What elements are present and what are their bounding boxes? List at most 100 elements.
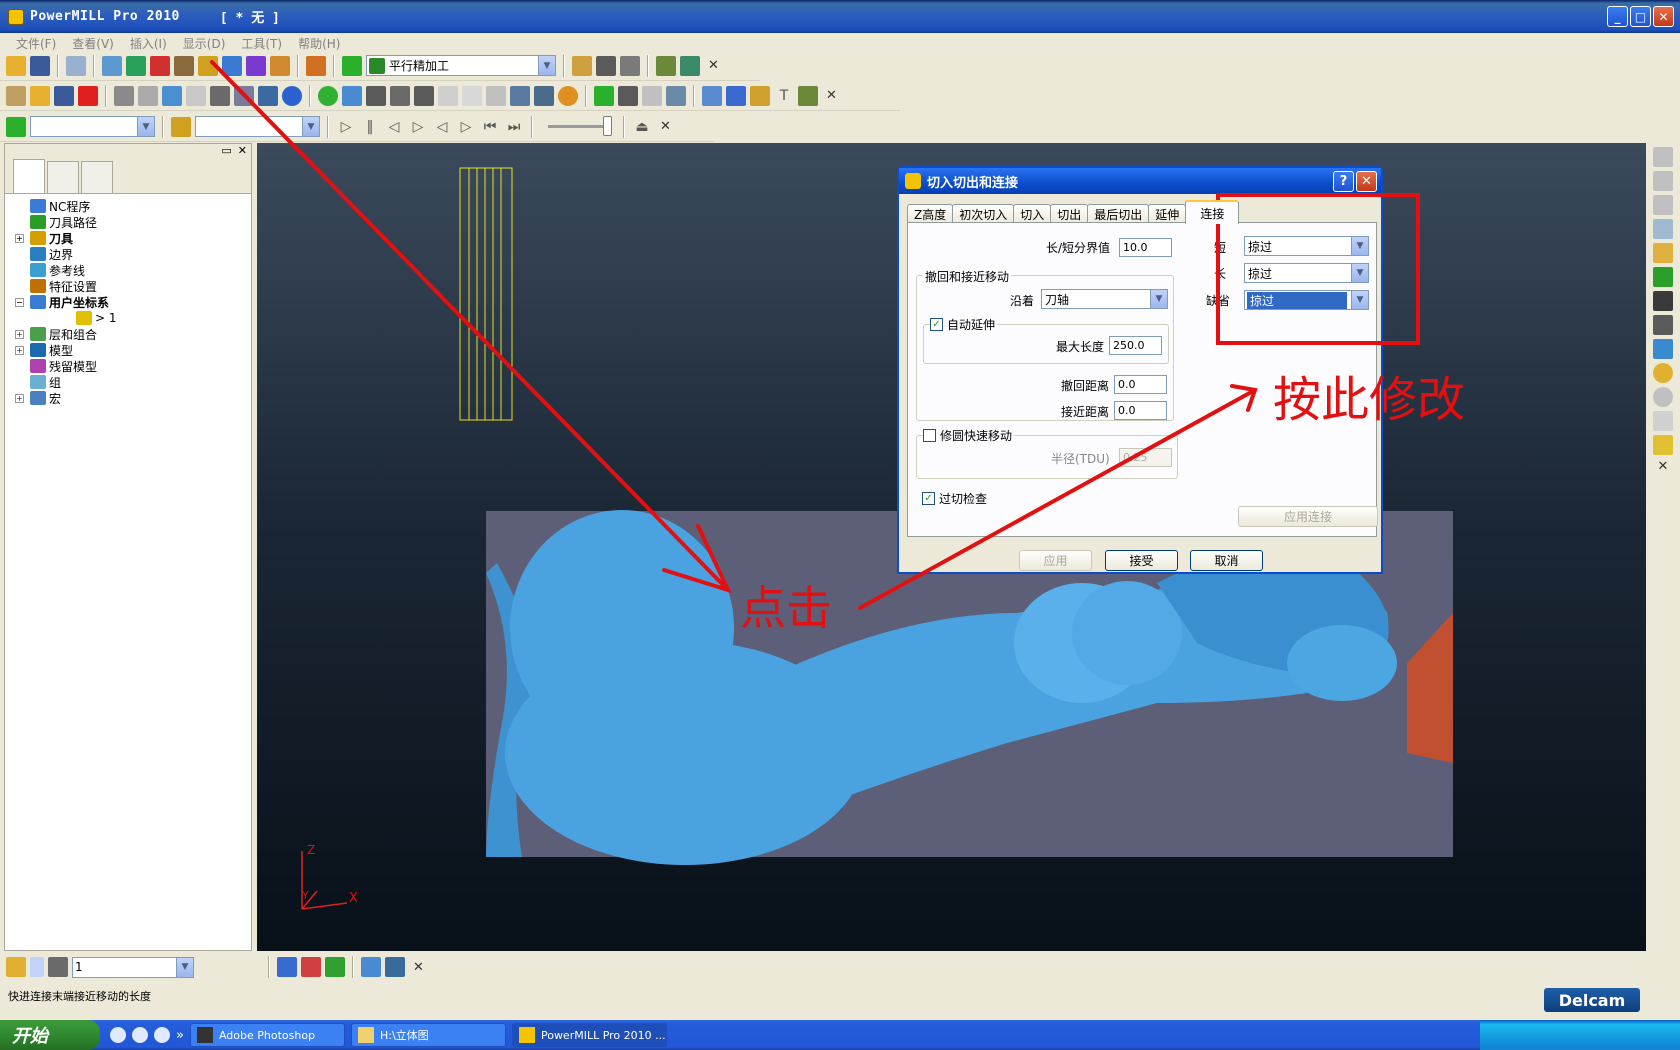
tree-item[interactable]: NC程序 (15, 198, 251, 214)
tab-lead-in[interactable]: 切入 (1013, 204, 1052, 224)
task-folder[interactable]: H:\立体图 (350, 1023, 506, 1047)
sphere-icon[interactable] (318, 85, 338, 106)
dimension-icon[interactable] (798, 85, 818, 106)
tree-item[interactable]: + 刀具 (15, 230, 251, 246)
view-side-icon[interactable] (1653, 195, 1673, 215)
play-icon[interactable]: ▷ (336, 119, 356, 135)
toolbar-close-icon[interactable]: ✕ (708, 58, 719, 73)
zoom-fit-icon[interactable] (1653, 291, 1673, 311)
radius-input[interactable]: 0.25 (1119, 448, 1172, 467)
toolbar-close-icon[interactable]: ✕ (413, 960, 424, 975)
goto-start-icon[interactable]: ⏮ (480, 119, 500, 135)
arc-rapid-checkbox[interactable]: 修圆快速移动 (923, 427, 1015, 444)
tree-item[interactable]: + 模型 (15, 342, 251, 358)
tree-expander-icon[interactable]: − (15, 297, 24, 307)
tree-expander-icon[interactable]: + (15, 345, 24, 355)
short-select[interactable]: 掠过 ▼ (1244, 236, 1369, 256)
toolpath-view-icon[interactable] (594, 85, 614, 106)
ie-icon[interactable] (110, 1027, 126, 1043)
calculator-icon[interactable] (596, 55, 616, 76)
toolpath-combo[interactable]: ▼ (30, 116, 155, 137)
pick-icon[interactable] (1653, 435, 1673, 455)
close-button[interactable]: ✕ (1653, 6, 1674, 27)
verify-icon[interactable] (656, 55, 676, 76)
tree-expander-icon[interactable]: + (15, 233, 24, 243)
wireframe-icon[interactable] (186, 85, 206, 106)
start-button[interactable]: 开始 (0, 1020, 100, 1050)
retract-distance-input[interactable]: 0.0 (1114, 375, 1167, 394)
tab-explorer-web[interactable] (47, 161, 79, 193)
select-icon[interactable] (1653, 411, 1673, 431)
link-icon[interactable] (462, 85, 482, 106)
refresh-icon[interactable] (1653, 267, 1673, 287)
nc-program-icon[interactable] (572, 55, 592, 76)
menu-file[interactable]: 文件(F) (8, 35, 64, 52)
chevron-down-icon[interactable]: ▼ (1351, 264, 1368, 282)
leads-links-icon[interactable] (198, 55, 218, 76)
transform-icon[interactable] (385, 957, 405, 977)
pattern-icon[interactable] (534, 85, 554, 106)
shaded-view-icon[interactable] (1653, 339, 1673, 359)
open-icon[interactable] (6, 55, 26, 76)
rapid-move-icon[interactable] (126, 55, 146, 76)
tree-item[interactable]: 参考线 (15, 262, 251, 278)
sidebar-close-icon[interactable]: ✕ (1658, 459, 1669, 474)
tab-z-height[interactable]: Z高度 (907, 204, 954, 224)
max-length-input[interactable]: 250.0 (1109, 336, 1162, 355)
tree-item[interactable]: 残留模型 (15, 358, 251, 374)
delete-icon[interactable] (78, 85, 98, 106)
collision-icon[interactable] (680, 55, 700, 76)
view-front-icon[interactable] (1653, 171, 1673, 191)
create-workplane-icon[interactable] (277, 957, 297, 977)
edit-workplane-icon[interactable] (325, 957, 345, 977)
table-icon[interactable] (486, 85, 506, 106)
workplane-combo[interactable]: 1 ▼ (72, 956, 194, 978)
feedrate-icon[interactable] (150, 55, 170, 76)
task-photoshop[interactable]: Adobe Photoshop (189, 1023, 345, 1047)
globe-icon[interactable] (1653, 387, 1673, 407)
timer-icon[interactable] (558, 85, 578, 106)
menu-tools[interactable]: 工具(T) (233, 35, 290, 52)
goto-end-icon[interactable]: ⏭ (504, 119, 524, 135)
workplane-icon[interactable] (6, 957, 26, 977)
pause-icon[interactable]: ‖ (360, 119, 380, 135)
tab-explorer-tree[interactable] (13, 159, 45, 193)
step-forward-icon[interactable]: ▷ (408, 119, 428, 135)
save-project-icon[interactable] (54, 85, 74, 106)
chevron-down-icon[interactable]: ▼ (302, 117, 319, 136)
block-icon[interactable] (102, 55, 122, 76)
shade-icon[interactable] (438, 85, 458, 106)
calculate-icon[interactable] (306, 55, 326, 76)
auto-extend-check[interactable]: ✓ (930, 318, 943, 331)
grid-toggle-icon[interactable] (48, 957, 68, 977)
gouge-check-checkbox[interactable]: ✓ 过切检查 (922, 490, 990, 507)
import-model-icon[interactable] (6, 85, 26, 106)
tree-item[interactable]: > 1 (15, 310, 251, 326)
chevron-down-icon[interactable]: ▼ (176, 957, 193, 977)
approach-distance-input[interactable]: 0.0 (1114, 401, 1167, 420)
tree-item[interactable]: 组 (15, 374, 251, 390)
tree-item[interactable]: + 层和组合 (15, 326, 251, 342)
chevron-down-icon[interactable]: ▼ (1150, 290, 1167, 308)
open-project-icon[interactable] (30, 85, 50, 106)
menu-view[interactable]: 查看(V) (64, 35, 122, 52)
tool-start-icon[interactable] (174, 55, 194, 76)
gouge-check[interactable]: ✓ (922, 492, 935, 505)
chevron-down-icon[interactable]: ▼ (538, 56, 555, 75)
view-top-icon[interactable] (1653, 219, 1673, 239)
settings-icon[interactable] (390, 85, 410, 106)
tab-links[interactable]: 连接 (1185, 200, 1240, 224)
help-button[interactable]: ? (1333, 171, 1354, 192)
fast-forward-icon[interactable]: ▷ (456, 119, 476, 135)
start-point-icon[interactable] (246, 55, 266, 76)
toolbar-close-icon[interactable]: ✕ (826, 88, 837, 103)
explorer-close-icon[interactable]: ✕ (238, 144, 247, 158)
auto-extend-checkbox[interactable]: ✓ 自动延伸 (930, 316, 998, 333)
pen-icon[interactable] (342, 85, 362, 106)
cube-icon[interactable] (702, 85, 722, 106)
rewind-icon[interactable]: ◁ (432, 119, 452, 135)
tab-first-lead-in[interactable]: 初次切入 (952, 204, 1015, 224)
chevron-down-icon[interactable]: ▼ (1351, 291, 1368, 309)
view-iso-icon[interactable] (1653, 147, 1673, 167)
tree-expander-icon[interactable]: + (15, 393, 24, 403)
